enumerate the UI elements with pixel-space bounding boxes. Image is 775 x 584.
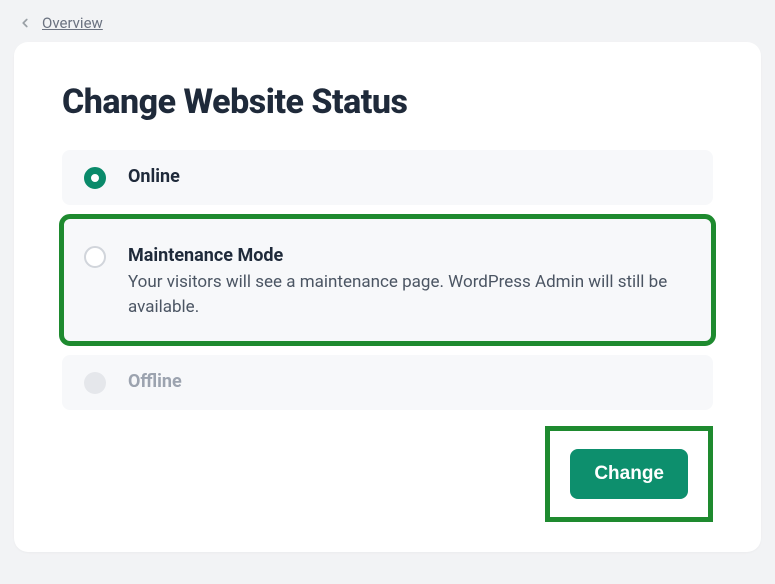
radio-maintenance[interactable] <box>84 246 106 268</box>
option-online-content: Online <box>128 166 691 187</box>
option-offline: Offline <box>62 355 713 410</box>
breadcrumb: Overview <box>0 0 775 42</box>
option-maintenance-content: Maintenance Mode Your visitors will see … <box>128 245 691 319</box>
option-maintenance-description: Your visitors will see a maintenance pag… <box>128 270 691 319</box>
option-online-label: Online <box>128 166 691 187</box>
footer-actions: Change <box>545 426 713 522</box>
option-offline-label: Offline <box>128 371 691 392</box>
chevron-left-icon <box>18 16 32 30</box>
radio-offline <box>84 372 106 394</box>
radio-online[interactable] <box>84 167 106 189</box>
breadcrumb-overview-link[interactable]: Overview <box>42 14 103 32</box>
option-offline-content: Offline <box>128 371 691 392</box>
status-card: Change Website Status Online Maintenance… <box>14 42 761 552</box>
change-button[interactable]: Change <box>570 449 688 499</box>
status-options: Online Maintenance Mode Your visitors wi… <box>62 150 713 410</box>
option-maintenance-label: Maintenance Mode <box>128 245 691 266</box>
option-online[interactable]: Online <box>62 150 713 205</box>
option-maintenance[interactable]: Maintenance Mode Your visitors will see … <box>62 217 713 343</box>
page-title: Change Website Status <box>62 82 713 122</box>
submit-highlight: Change <box>545 426 713 522</box>
